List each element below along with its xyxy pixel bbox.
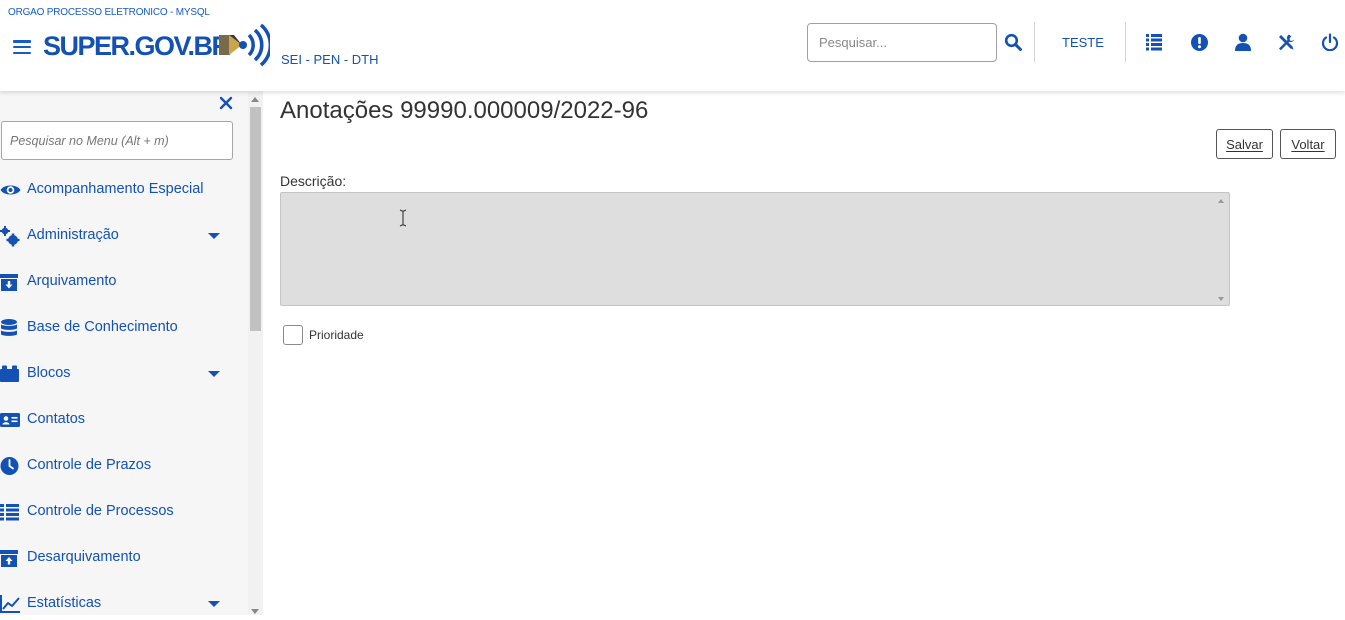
sidebar-item-label: Acompanhamento Especial — [27, 181, 204, 197]
page-title: Anotações 99990.000009/2022-96 — [280, 97, 649, 124]
sidebar-item-label: Blocos — [27, 365, 71, 381]
sidebar-item-label: Contatos — [27, 411, 86, 427]
chevron-down-icon[interactable] — [208, 601, 220, 607]
description-label: Descrição: — [280, 173, 347, 189]
sidebar-item-label: Controle de Processos — [27, 503, 174, 519]
textarea-scrollbar[interactable] — [1213, 193, 1229, 305]
power-icon[interactable] — [1321, 33, 1341, 53]
clock-icon — [0, 456, 21, 476]
sidebar-item-administracao[interactable]: Administração — [0, 220, 240, 252]
menu-icon[interactable] — [13, 40, 31, 55]
sidebar-item-acompanhamento-especial[interactable]: Acompanhamento Especial — [0, 174, 240, 206]
list-icon — [0, 502, 21, 522]
header-divider — [1034, 22, 1035, 62]
menu-search-input[interactable] — [1, 121, 233, 160]
logo-text[interactable]: SUPER.GOV.BR — [43, 31, 231, 62]
scroll-down-arrow-icon[interactable] — [251, 609, 259, 614]
blocks-icon — [0, 364, 21, 384]
organization-name: ORGAO PROCESSO ELETRONICO - MYSQL — [8, 7, 210, 18]
chevron-down-icon[interactable] — [208, 371, 220, 377]
search-input[interactable] — [807, 23, 997, 62]
control-panel-icon[interactable] — [1145, 33, 1165, 53]
user-icon[interactable] — [1234, 33, 1254, 53]
database-icon — [0, 318, 21, 338]
scroll-up-arrow-icon[interactable] — [251, 97, 259, 102]
sidebar-item-label: Controle de Prazos — [27, 457, 152, 473]
sidebar-menu: Acompanhamento Especial Administração Ar… — [0, 91, 248, 615]
sidebar-item-arquivamento[interactable]: Arquivamento — [0, 266, 240, 298]
archive-icon — [0, 272, 21, 292]
close-icon[interactable] — [219, 96, 233, 110]
gears-icon — [0, 226, 21, 247]
chevron-down-icon[interactable] — [208, 233, 220, 239]
sidebar-scrollbar-thumb[interactable] — [250, 107, 261, 331]
chart-line-icon — [0, 594, 21, 614]
contact-card-icon — [0, 410, 21, 430]
sidebar-item-contatos[interactable]: Contatos — [0, 404, 240, 436]
top-header: ORGAO PROCESSO ELETRONICO - MYSQL SUPER.… — [0, 0, 1345, 91]
tools-icon[interactable] — [1277, 33, 1297, 53]
text-cursor-icon — [399, 209, 407, 232]
description-textarea[interactable] — [280, 192, 1230, 306]
header-divider — [1125, 22, 1126, 62]
search-icon[interactable] — [1004, 33, 1022, 51]
eye-icon — [0, 180, 21, 200]
alert-icon[interactable] — [1190, 33, 1210, 53]
sidebar-item-label: Arquivamento — [27, 273, 117, 289]
sidebar-item-label: Administração — [27, 227, 119, 243]
back-button[interactable]: Voltar — [1280, 129, 1336, 159]
sidebar-item-controle-de-prazos[interactable]: Controle de Prazos — [0, 450, 240, 482]
sidebar-item-estatisticas[interactable]: Estatísticas — [0, 588, 240, 620]
system-subtitle: SEI - PEN - DTH — [281, 52, 379, 67]
save-button[interactable]: Salvar — [1216, 129, 1273, 159]
priority-checkbox[interactable] — [283, 325, 303, 345]
sidebar-item-label: Estatísticas — [27, 595, 102, 611]
logo-mark-icon — [218, 23, 273, 74]
sidebar-item-desarquivamento[interactable]: Desarquivamento — [0, 542, 240, 574]
priority-label[interactable]: Prioridade — [309, 328, 364, 342]
sidebar-item-label: Base de Conhecimento — [27, 319, 178, 335]
sidebar-item-blocos[interactable]: Blocos — [0, 358, 240, 390]
unarchive-icon — [0, 548, 21, 568]
sidebar-item-label: Desarquivamento — [27, 549, 141, 565]
sidebar-item-controle-de-processos[interactable]: Controle de Processos — [0, 496, 240, 528]
sidebar-item-base-de-conhecimento[interactable]: Base de Conhecimento — [0, 312, 240, 344]
unit-selector[interactable]: TESTE — [1062, 35, 1104, 50]
